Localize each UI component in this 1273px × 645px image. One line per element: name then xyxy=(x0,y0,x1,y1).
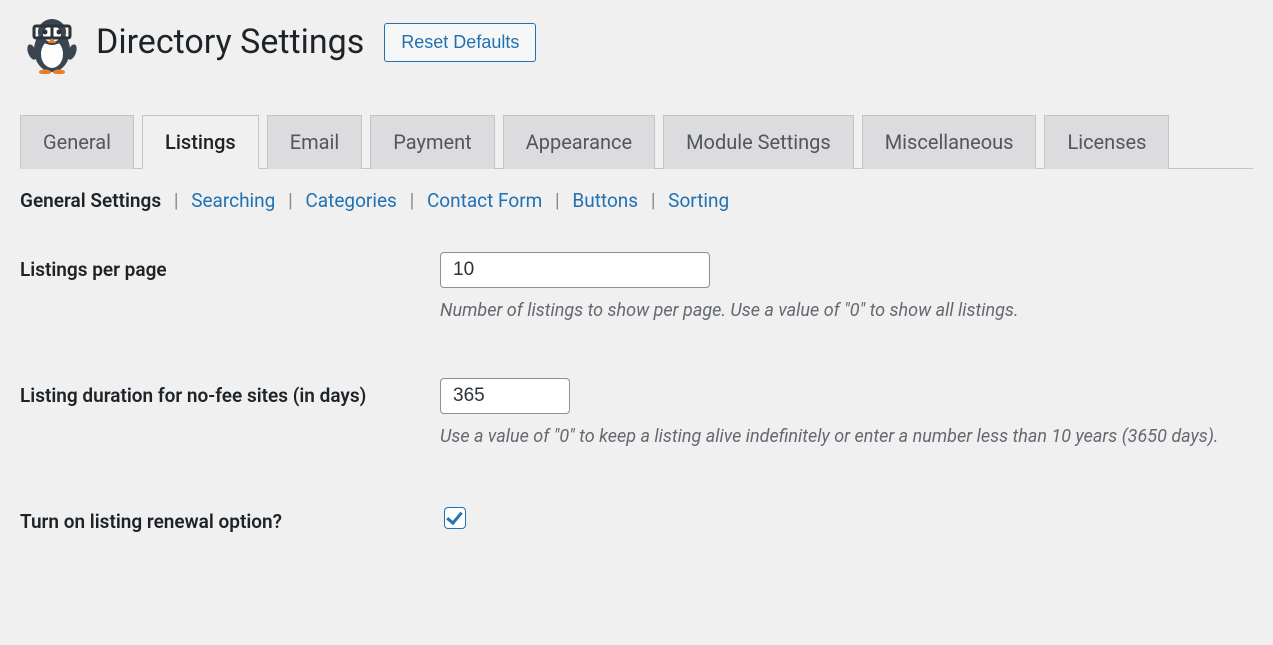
listing-duration-input[interactable] xyxy=(440,378,570,414)
separator: | xyxy=(402,189,423,212)
tab-payment[interactable]: Payment xyxy=(370,115,494,169)
tab-module-settings[interactable]: Module Settings xyxy=(663,115,854,169)
reset-defaults-button[interactable]: Reset Defaults xyxy=(384,23,536,62)
field-listing-duration: Listing duration for no-fee sites (in da… xyxy=(20,378,1253,449)
separator: | xyxy=(166,189,187,212)
separator: | xyxy=(280,189,301,212)
tab-licenses[interactable]: Licenses xyxy=(1044,115,1169,169)
listings-per-page-input[interactable] xyxy=(440,252,710,288)
tab-nav: General Listings Email Payment Appearanc… xyxy=(20,114,1253,169)
subtab-nav: General Settings | Searching | Categorie… xyxy=(20,189,1253,212)
subtab-categories[interactable]: Categories xyxy=(305,189,396,212)
tab-listings[interactable]: Listings xyxy=(142,115,259,169)
subtab-general-settings[interactable]: General Settings xyxy=(20,189,161,212)
listing-duration-label: Listing duration for no-fee sites (in da… xyxy=(20,378,440,411)
listings-per-page-label: Listings per page xyxy=(20,252,440,285)
subtab-sorting[interactable]: Sorting xyxy=(668,189,729,212)
field-renewal-option: Turn on listing renewal option? xyxy=(20,504,1253,537)
tab-miscellaneous[interactable]: Miscellaneous xyxy=(862,115,1037,169)
subtab-contact-form[interactable]: Contact Form xyxy=(427,189,542,212)
tab-general[interactable]: General xyxy=(20,115,134,169)
tab-email[interactable]: Email xyxy=(267,115,363,169)
page-header: Directory Settings Reset Defaults xyxy=(20,10,1253,74)
renewal-option-label: Turn on listing renewal option? xyxy=(20,504,440,537)
separator: | xyxy=(643,189,664,212)
listings-per-page-description: Number of listings to show per page. Use… xyxy=(440,298,1253,323)
settings-form: Listings per page Number of listings to … xyxy=(20,252,1253,537)
separator: | xyxy=(547,189,568,212)
listing-duration-description: Use a value of "0" to keep a listing ali… xyxy=(440,424,1253,449)
subtab-searching[interactable]: Searching xyxy=(191,189,275,212)
page-title: Directory Settings xyxy=(96,22,364,62)
tab-appearance[interactable]: Appearance xyxy=(503,115,655,169)
field-listings-per-page: Listings per page Number of listings to … xyxy=(20,252,1253,323)
renewal-option-checkbox[interactable] xyxy=(444,507,466,529)
subtab-buttons[interactable]: Buttons xyxy=(572,189,638,212)
directory-penguin-logo-icon xyxy=(20,10,84,74)
